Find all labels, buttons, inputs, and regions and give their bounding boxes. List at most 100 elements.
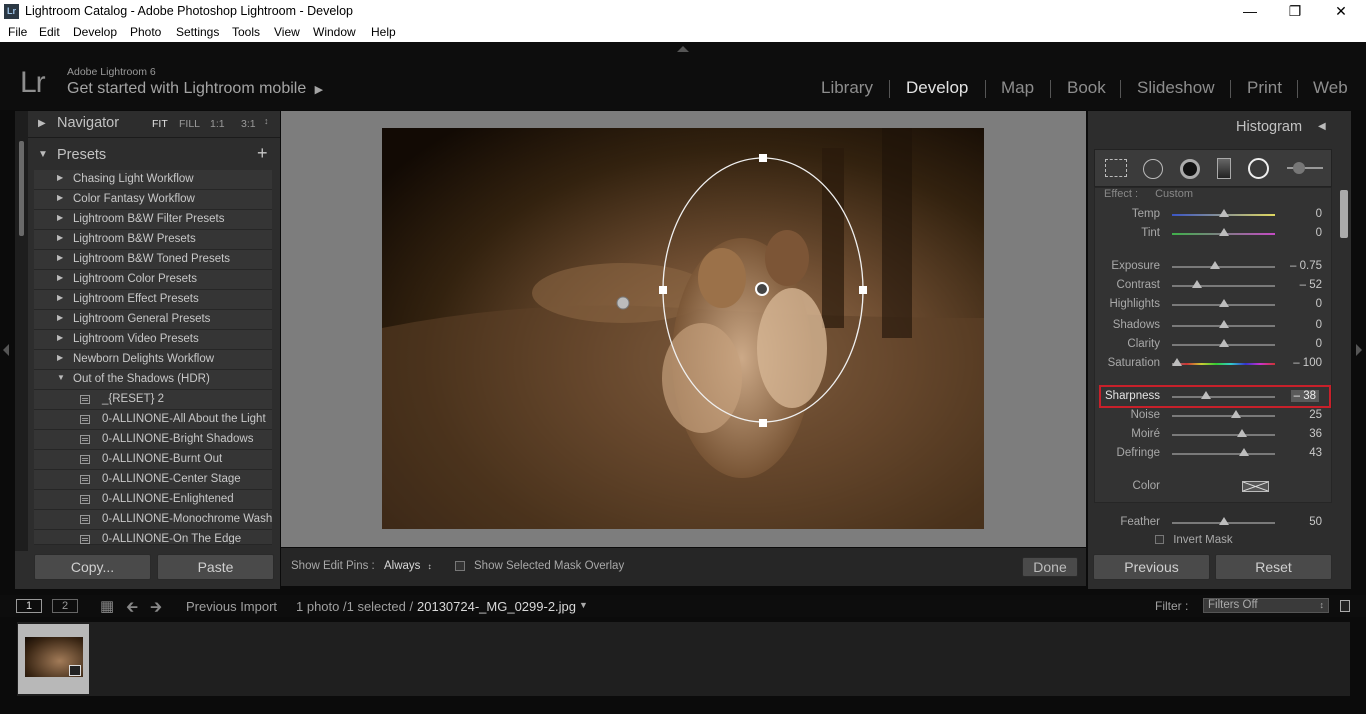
slider-value[interactable]: – 100: [1293, 357, 1322, 369]
slider-saturation[interactable]: Saturation – 100: [1095, 354, 1327, 373]
left-panel-toggle-icon[interactable]: [3, 344, 9, 356]
slider-value[interactable]: 0: [1316, 319, 1322, 331]
graduated-filter-icon[interactable]: [1217, 158, 1231, 179]
module-develop[interactable]: Develop: [906, 78, 968, 98]
slider-track[interactable]: [1172, 434, 1275, 436]
zoom-fit[interactable]: FIT: [152, 118, 168, 130]
slider-temp[interactable]: Temp 0: [1095, 205, 1327, 224]
zoom-fill[interactable]: FILL: [179, 118, 200, 130]
slider-exposure[interactable]: Exposure – 0.75: [1095, 257, 1327, 276]
menu-view[interactable]: View: [274, 25, 300, 39]
slider-thumb[interactable]: [1191, 280, 1202, 288]
preset-item[interactable]: _{RESET} 2: [34, 390, 272, 410]
red-eye-tool-icon[interactable]: [1180, 159, 1200, 179]
edit-pin[interactable]: [616, 296, 630, 310]
screen-1-button[interactable]: 1: [16, 599, 42, 613]
presets-header[interactable]: ▼ Presets +: [28, 142, 280, 168]
preset-folder[interactable]: ▶ Lightroom B&W Toned Presets: [34, 250, 272, 270]
slider-value[interactable]: 50: [1309, 516, 1322, 528]
module-library[interactable]: Library: [821, 78, 873, 98]
slider-thumb[interactable]: [1218, 339, 1229, 347]
back-arrow-icon[interactable]: 🡰: [126, 597, 138, 622]
slider-value[interactable]: 43: [1309, 447, 1322, 459]
copy-button[interactable]: Copy...: [34, 554, 151, 580]
menu-develop[interactable]: Develop: [73, 25, 117, 39]
done-button[interactable]: Done: [1022, 557, 1078, 577]
preset-item[interactable]: 0-ALLINONE-On The Edge: [34, 530, 272, 545]
radial-handle-right[interactable]: [859, 286, 867, 294]
filter-select[interactable]: Filters Off ↕: [1203, 598, 1329, 613]
slider-thumb[interactable]: [1218, 299, 1229, 307]
radial-handle-left[interactable]: [659, 286, 667, 294]
color-row[interactable]: Color: [1095, 478, 1327, 496]
minimize-button[interactable]: —: [1227, 0, 1273, 23]
mobile-link[interactable]: Get started with Lightroom mobile ▶: [67, 80, 323, 98]
slider-value[interactable]: 25: [1309, 409, 1322, 421]
effect-row[interactable]: Effect : Custom: [1104, 188, 1193, 198]
slider-thumb[interactable]: [1237, 429, 1248, 437]
radial-filter-icon[interactable]: [1248, 158, 1269, 179]
navigator-header[interactable]: ▶ Navigator FIT FILL 1:1 3:1 ↕: [28, 111, 280, 137]
slider-shadows[interactable]: Shadows 0: [1095, 316, 1327, 335]
grid-view-icon[interactable]: ▦: [100, 597, 114, 615]
slider-value[interactable]: – 52: [1300, 279, 1322, 291]
module-web[interactable]: Web: [1313, 78, 1348, 98]
preset-folder[interactable]: ▶ Chasing Light Workflow: [34, 170, 272, 190]
photo[interactable]: [382, 128, 984, 529]
forward-arrow-icon[interactable]: 🡲: [150, 597, 162, 622]
slider-thumb[interactable]: [1218, 228, 1229, 236]
top-panel-toggle-icon[interactable]: [677, 46, 689, 52]
menu-edit[interactable]: Edit: [39, 25, 60, 39]
preset-folder[interactable]: ▶ Lightroom General Presets: [34, 310, 272, 330]
scrollbar-thumb[interactable]: [19, 141, 24, 236]
slider-track[interactable]: [1172, 415, 1275, 417]
preset-folder[interactable]: ▶ Color Fantasy Workflow: [34, 190, 272, 210]
slider-highlights[interactable]: Highlights 0: [1095, 295, 1327, 314]
invert-mask-row[interactable]: Invert Mask: [1155, 535, 1233, 545]
radial-handle-bottom[interactable]: [759, 419, 767, 427]
preset-item[interactable]: 0-ALLINONE-Monochrome Wash: [34, 510, 272, 530]
slider-noise[interactable]: Noise 25: [1095, 406, 1327, 425]
slider-moire[interactable]: Moiré 36: [1095, 425, 1327, 444]
invert-mask-checkbox[interactable]: [1155, 535, 1164, 544]
menu-photo[interactable]: Photo: [130, 25, 161, 39]
color-swatch-icon[interactable]: [1242, 481, 1269, 492]
preset-item[interactable]: 0-ALLINONE-All About the Light: [34, 410, 272, 430]
slider-value[interactable]: 0: [1316, 208, 1322, 220]
slider-thumb[interactable]: [1218, 517, 1229, 525]
right-panel-toggle-icon[interactable]: [1356, 344, 1362, 356]
module-slideshow[interactable]: Slideshow: [1137, 78, 1215, 98]
preset-folder[interactable]: ▶ Lightroom B&W Filter Presets: [34, 210, 272, 230]
radial-filter-overlay[interactable]: [382, 128, 984, 529]
add-preset-icon[interactable]: +: [257, 143, 268, 164]
source-label[interactable]: Previous Import: [186, 599, 277, 614]
preset-item[interactable]: 0-ALLINONE-Burnt Out: [34, 450, 272, 470]
radial-center-pin[interactable]: [755, 282, 769, 296]
filename-dropdown-icon[interactable]: ▼: [579, 600, 588, 610]
slider-tint[interactable]: Tint 0: [1095, 224, 1327, 243]
slider-contrast[interactable]: Contrast – 52: [1095, 276, 1327, 295]
preset-folder[interactable]: ▶ Lightroom Color Presets: [34, 270, 272, 290]
radial-handle-top[interactable]: [759, 154, 767, 162]
right-panel-scrollbar[interactable]: [1340, 190, 1348, 238]
slider-thumb[interactable]: [1218, 320, 1229, 328]
menu-window[interactable]: Window: [313, 25, 356, 39]
module-book[interactable]: Book: [1067, 78, 1106, 98]
slider-track[interactable]: [1172, 363, 1275, 365]
preset-folder-open[interactable]: ▼ Out of the Shadows (HDR): [34, 370, 272, 390]
histogram-header[interactable]: Histogram ◀: [1088, 111, 1338, 139]
screen-2-button[interactable]: 2: [52, 599, 78, 613]
slider-track[interactable]: [1172, 266, 1275, 268]
filter-lock-icon[interactable]: [1340, 600, 1350, 612]
module-map[interactable]: Map: [1001, 78, 1034, 98]
left-panel-scrollbar[interactable]: [15, 111, 28, 551]
reset-button[interactable]: Reset: [1215, 554, 1332, 580]
slider-thumb[interactable]: [1218, 209, 1229, 217]
menu-help[interactable]: Help: [371, 25, 396, 39]
crop-tool-icon[interactable]: [1105, 159, 1127, 177]
menu-file[interactable]: File: [8, 25, 27, 39]
slider-thumb[interactable]: [1172, 358, 1183, 366]
slider-track[interactable]: [1172, 453, 1275, 455]
zoom-1-1[interactable]: 1:1: [210, 118, 225, 130]
slider-value[interactable]: 0: [1316, 338, 1322, 350]
